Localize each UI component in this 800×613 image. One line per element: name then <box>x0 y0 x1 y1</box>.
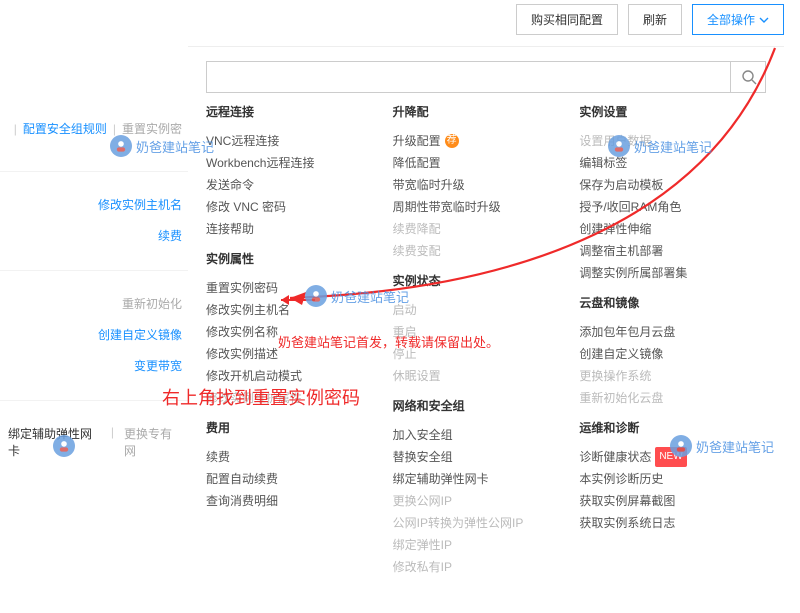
recommend-badge: 荐 <box>445 134 459 148</box>
item-user-data: 设置用户数据 <box>579 130 748 152</box>
group-updown-title: 升降配 <box>393 103 562 120</box>
item-syslog[interactable]: 获取实例系统日志 <box>579 512 748 534</box>
group-instance-state-title: 实例状态 <box>393 272 562 289</box>
left-sec-group-link[interactable]: 配置安全组规则 <box>23 120 107 137</box>
left-renew-link[interactable]: 续费 <box>158 227 182 244</box>
item-renew-change: 续费变配 <box>393 240 562 262</box>
group-instance-attr: 实例属性 重置实例密码 修改实例主机名 修改实例名称 修改实例描述 修改开机启动… <box>206 250 381 409</box>
item-reinit-disk: 重新初始化云盘 <box>579 387 748 409</box>
top-action-bar: 购买相同配置 刷新 全部操作 <box>516 4 784 35</box>
group-net-sec: 网络和安全组 加入安全组 替换安全组 绑定辅助弹性网卡 更换公网IP 公网IP转… <box>393 397 568 578</box>
item-change-privip: 修改私有IP <box>393 556 562 578</box>
search-icon[interactable] <box>730 61 766 93</box>
item-host-deploy[interactable]: 调整宿主机部署 <box>579 240 748 262</box>
item-auto-renew[interactable]: 配置自动续费 <box>206 468 375 490</box>
item-edit-tags[interactable]: 编辑标签 <box>579 152 748 174</box>
all-actions-panel: 远程连接 VNC远程连接 Workbench远程连接 发送命令 修改 VNC 密… <box>188 46 784 600</box>
divider: | <box>14 122 17 136</box>
item-boot-mode[interactable]: 修改开机启动模式 <box>206 365 375 387</box>
group-fee-title: 费用 <box>206 419 375 436</box>
group-fee: 费用 续费 配置自动续费 查询消费明细 <box>206 419 381 512</box>
left-change-bw-link[interactable]: 变更带宽 <box>134 357 182 374</box>
new-badge: NEW <box>655 447 686 467</box>
left-reinit-link[interactable]: 重新初始化 <box>122 295 182 312</box>
panel-search-input[interactable] <box>206 61 766 93</box>
item-change-pubip: 更换公网IP <box>393 490 562 512</box>
item-change-os: 更换操作系统 <box>579 365 748 387</box>
item-create-image[interactable]: 创建自定义镜像 <box>579 343 748 365</box>
item-rename-hostname[interactable]: 修改实例主机名 <box>206 299 375 321</box>
left-change-vpc-link[interactable]: 更换专有网 <box>124 425 182 459</box>
item-workbench-remote[interactable]: Workbench远程连接 <box>206 152 375 174</box>
item-renew[interactable]: 续费 <box>206 446 375 468</box>
group-instance-settings-title: 实例设置 <box>579 103 748 120</box>
item-edit-desc[interactable]: 修改实例描述 <box>206 343 375 365</box>
item-diagnose-history[interactable]: 本实例诊断历史 <box>579 468 748 490</box>
background-left-column: | 配置安全组规则 | 重置实例密 修改实例主机名 续费 重新初始化 创建自定义… <box>0 120 190 473</box>
group-ops: 运维和诊断 诊断健康状态 NEW 本实例诊断历史 获取实例屏幕截图 获取实例系统… <box>579 419 754 534</box>
item-maint-attr: 修改实例维护属性 <box>206 387 375 409</box>
item-restart: 重启 <box>393 321 562 343</box>
left-bind-eni-link[interactable]: 绑定辅助弹性网卡 <box>8 425 101 459</box>
item-billing-detail[interactable]: 查询消费明细 <box>206 490 375 512</box>
group-disk-image: 云盘和镜像 添加包年包月云盘 创建自定义镜像 更换操作系统 重新初始化云盘 <box>579 294 754 409</box>
group-remote: 远程连接 VNC远程连接 Workbench远程连接 发送命令 修改 VNC 密… <box>206 103 381 240</box>
group-ops-title: 运维和诊断 <box>579 419 748 436</box>
left-rename-link[interactable]: 修改实例主机名 <box>98 196 182 213</box>
item-diagnose-health[interactable]: 诊断健康状态 NEW <box>579 446 748 468</box>
item-join-sg[interactable]: 加入安全组 <box>393 424 562 446</box>
panel-columns: 远程连接 VNC远程连接 Workbench远程连接 发送命令 修改 VNC 密… <box>206 103 766 613</box>
divider: | <box>113 122 116 136</box>
group-instance-state: 实例状态 启动 重启 停止 休眠设置 <box>393 272 568 387</box>
group-instance-attr-title: 实例属性 <box>206 250 375 267</box>
group-disk-image-title: 云盘和镜像 <box>579 294 748 311</box>
item-connect-help[interactable]: 连接帮助 <box>206 218 375 240</box>
group-net-sec-title: 网络和安全组 <box>393 397 562 414</box>
group-remote-title: 远程连接 <box>206 103 375 120</box>
item-pubip-to-eip: 公网IP转换为弹性公网IP <box>393 512 562 534</box>
all-actions-dropdown-button[interactable]: 全部操作 <box>692 4 784 35</box>
item-deploy-set[interactable]: 调整实例所属部署集 <box>579 262 748 284</box>
item-screenshot[interactable]: 获取实例屏幕截图 <box>579 490 748 512</box>
item-save-template[interactable]: 保存为启动模板 <box>579 174 748 196</box>
item-start: 启动 <box>393 299 562 321</box>
item-bw-periodic-up[interactable]: 周期性带宽临时升级 <box>393 196 562 218</box>
item-elastic-scale[interactable]: 创建弹性伸缩 <box>579 218 748 240</box>
item-add-disk[interactable]: 添加包年包月云盘 <box>579 321 748 343</box>
item-reset-instance-pwd[interactable]: 重置实例密码 <box>206 277 375 299</box>
all-actions-label: 全部操作 <box>707 11 755 28</box>
item-stop: 停止 <box>393 343 562 365</box>
left-create-image-link[interactable]: 创建自定义镜像 <box>98 326 182 343</box>
item-hibernate: 休眠设置 <box>393 365 562 387</box>
panel-search <box>206 61 766 93</box>
refresh-button[interactable]: 刷新 <box>628 4 682 35</box>
group-instance-settings: 实例设置 设置用户数据 编辑标签 保存为启动模板 授予/收回RAM角色 创建弹性… <box>579 103 754 284</box>
left-row-1: | 配置安全组规则 | 重置实例密 <box>0 120 190 172</box>
buy-same-config-button[interactable]: 购买相同配置 <box>516 4 618 35</box>
item-change-vnc-pwd[interactable]: 修改 VNC 密码 <box>206 196 375 218</box>
item-rename-instance[interactable]: 修改实例名称 <box>206 321 375 343</box>
item-bind-eni[interactable]: 绑定辅助弹性网卡 <box>393 468 562 490</box>
item-replace-sg[interactable]: 替换安全组 <box>393 446 562 468</box>
chevron-down-icon <box>759 15 769 25</box>
item-bw-temp-up[interactable]: 带宽临时升级 <box>393 174 562 196</box>
item-send-command[interactable]: 发送命令 <box>206 174 375 196</box>
item-vnc-remote[interactable]: VNC远程连接 <box>206 130 375 152</box>
item-bind-eip: 绑定弹性IP <box>393 534 562 556</box>
group-updown: 升降配 升级配置 荐 降低配置 带宽临时升级 周期性带宽临时升级 续费降配 续费… <box>393 103 568 262</box>
item-upgrade-config[interactable]: 升级配置 荐 <box>393 130 562 152</box>
left-reset-pwd-link[interactable]: 重置实例密 <box>122 120 182 137</box>
item-renew-downgrade: 续费降配 <box>393 218 562 240</box>
item-downgrade-config[interactable]: 降低配置 <box>393 152 562 174</box>
item-ram-role[interactable]: 授予/收回RAM角色 <box>579 196 748 218</box>
